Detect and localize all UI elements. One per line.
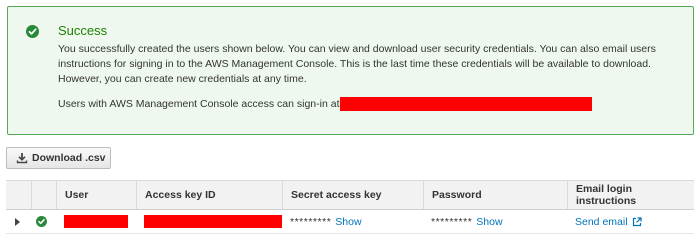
status-cell [31, 210, 56, 233]
send-email-link[interactable]: Send email [575, 216, 628, 228]
col-header-user: User [56, 181, 136, 209]
alert-title: Success [58, 23, 108, 38]
credentials-table: User Access key ID Secret access key Pas… [6, 180, 694, 234]
table-header: User Access key ID Secret access key Pas… [6, 180, 694, 210]
download-icon [16, 153, 28, 164]
col-header-expand [6, 181, 31, 209]
signin-text: Users with AWS Management Console access… [58, 98, 340, 110]
user-cell [56, 210, 136, 233]
show-secret-key-link[interactable]: Show [335, 216, 361, 228]
download-csv-button[interactable]: Download .csv [6, 147, 111, 169]
success-alert: Success You successfully created the use… [7, 6, 694, 135]
download-csv-label: Download .csv [32, 152, 106, 164]
signin-line: Users with AWS Management Console access… [58, 97, 592, 111]
col-header-email-login: Email login instructions [567, 181, 694, 209]
password-cell: ********* Show [423, 210, 567, 233]
check-circle-icon [36, 216, 47, 227]
expand-cell[interactable] [6, 210, 31, 233]
redacted-signin-url [339, 97, 592, 111]
secret-key-cell: ********* Show [282, 210, 423, 233]
external-link-icon[interactable] [632, 216, 642, 227]
password-mask: ********* [431, 215, 473, 228]
access-key-cell [136, 210, 282, 233]
email-cell: Send email [567, 210, 694, 233]
alert-body: You successfully created the users shown… [58, 43, 656, 85]
col-header-access-key-id: Access key ID [136, 181, 282, 209]
caret-right-icon[interactable] [15, 217, 20, 226]
check-circle-icon [26, 25, 39, 38]
col-header-secret-access-key: Secret access key [282, 181, 423, 209]
show-password-link[interactable]: Show [476, 216, 502, 228]
redacted-user-name [64, 215, 128, 228]
table-row: ********* Show ********* Show Send email [6, 210, 694, 234]
col-header-password: Password [423, 181, 567, 209]
redacted-access-key-id [144, 215, 282, 228]
secret-key-mask: ********* [290, 215, 332, 228]
col-header-status [31, 181, 56, 209]
